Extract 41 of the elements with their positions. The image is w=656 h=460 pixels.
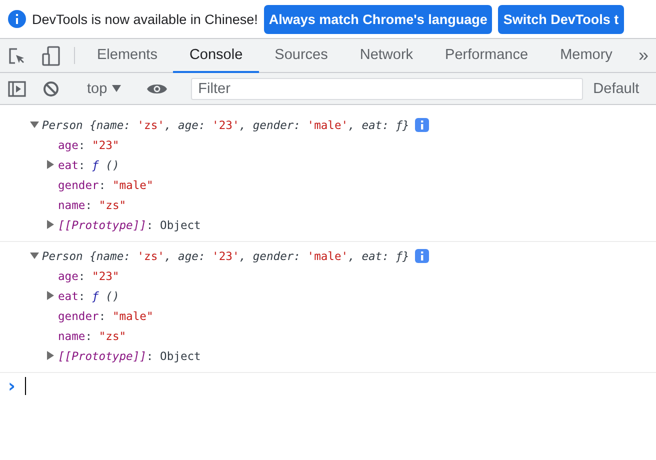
clear-console-icon[interactable] xyxy=(43,80,59,96)
property-entry: [[Prototype]]: Object xyxy=(58,350,201,362)
property-entry: gender: "male" xyxy=(58,310,154,322)
text-cursor[interactable] xyxy=(25,377,26,395)
object-summary[interactable]: Person {name: 'zs', age: '23', gender: 'male', eat: ƒ} xyxy=(42,118,410,132)
property-entry: [[Prototype]]: Object xyxy=(58,218,201,232)
devtools-tab[interactable]: Elements xyxy=(81,39,174,73)
disclosure-triangle-icon[interactable] xyxy=(30,250,39,260)
property-entry: age: "23" xyxy=(58,138,120,152)
inspect-cursor-icon[interactable] xyxy=(8,46,26,64)
devtools-tab[interactable]: Sources xyxy=(258,39,344,73)
prompt-chevron: › xyxy=(8,376,16,396)
devtools-tab[interactable]: Performance xyxy=(429,39,544,73)
info-badge-icon[interactable] xyxy=(415,249,430,263)
property-entry: age: "23" xyxy=(58,270,120,282)
expand-triangle-icon[interactable] xyxy=(46,220,55,228)
object-summary[interactable]: Person {name: 'zs', age: '23', gender: 'male', eat: ƒ} xyxy=(42,250,410,262)
devtools-tab[interactable]: Network xyxy=(344,39,430,73)
banner-button[interactable]: Switch DevTools t xyxy=(498,4,624,34)
property-entry: eat: ƒ () xyxy=(58,158,120,172)
sidebar-toggle-icon[interactable] xyxy=(8,80,26,96)
info-badge-icon[interactable] xyxy=(415,118,430,132)
log-levels-dropdown[interactable]: Default xyxy=(593,80,640,96)
info-icon xyxy=(8,10,26,28)
devtools-tab[interactable]: Memory xyxy=(544,39,628,73)
caret-icon xyxy=(112,85,122,92)
property-entry: gender: "male" xyxy=(58,178,154,192)
disclosure-triangle-icon[interactable] xyxy=(30,120,39,128)
more-tabs-button[interactable]: » xyxy=(628,39,656,72)
property-entry: name: "zs" xyxy=(58,330,126,342)
banner-button[interactable]: Always match Chrome's language xyxy=(264,4,492,34)
eye-icon[interactable] xyxy=(147,82,168,94)
context-selector[interactable]: top xyxy=(81,80,128,96)
banner-message: DevTools is now available in Chinese! xyxy=(32,12,258,26)
device-icon[interactable] xyxy=(42,46,60,66)
expand-triangle-icon[interactable] xyxy=(46,350,55,360)
property-entry: eat: ƒ () xyxy=(58,290,120,302)
expand-triangle-icon[interactable] xyxy=(46,290,55,300)
expand-triangle-icon[interactable] xyxy=(46,160,55,168)
filter-field[interactable]: Filter xyxy=(191,78,584,100)
property-entry: name: "zs" xyxy=(58,198,126,212)
